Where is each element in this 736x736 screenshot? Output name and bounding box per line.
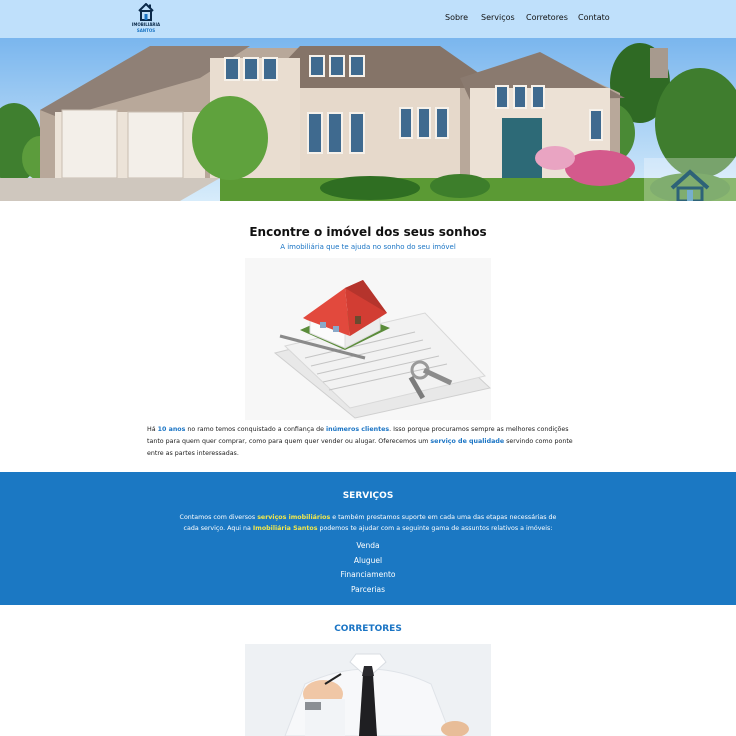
highlight-brand: Imobiliária Santos — [252, 525, 318, 532]
broker-photo — [245, 644, 491, 736]
service-item-parcerias: Parcerias — [350, 584, 386, 594]
highlight-services: serviços imobiliários — [257, 514, 331, 521]
nav-item-contato[interactable]: Contato — [578, 13, 610, 22]
service-item-aluguel: Aluguel — [353, 555, 383, 565]
services-list: Venda Aluguel Financiamento Parcerias — [0, 539, 736, 597]
nav-item-servicos[interactable]: Serviços — [481, 13, 515, 22]
brokers-title: CORRETORES — [334, 624, 402, 634]
services-paragraph: Contamos com diversos serviços imobiliár… — [179, 514, 557, 532]
site-header: IMOBILIÁRIA SANTOS Sobre Serviços Corret… — [0, 0, 736, 38]
nav-item-corretores[interactable]: Corretores — [526, 13, 568, 22]
house-contract-image — [245, 258, 491, 420]
nav-item-sobre[interactable]: Sobre — [445, 13, 468, 22]
intro-paragraph: Há 10 anos no ramo temos conquistado a c… — [147, 426, 573, 457]
house-logo-icon — [138, 3, 154, 21]
service-item-venda: Venda — [356, 541, 380, 550]
hero-house-image — [0, 38, 736, 201]
service-item-financiamento: Financiamento — [340, 570, 396, 579]
highlight-years: 10 anos — [157, 426, 186, 433]
brand-name: IMOBILIÁRIA — [131, 22, 161, 27]
brand-sub: SANTOS — [136, 28, 156, 33]
services-section: SERVIÇOS Contamos com diversos serviços … — [0, 472, 736, 605]
highlight-quality: serviço de qualidade — [430, 438, 505, 445]
brand-logo[interactable]: IMOBILIÁRIA SANTOS — [131, 3, 161, 35]
intro-title: Encontre o imóvel dos seus sonhos — [249, 225, 487, 239]
services-title: SERVIÇOS — [342, 491, 394, 501]
highlight-clients: inúmeros clientes — [325, 426, 390, 433]
intro-subtitle: A imobiliária que te ajuda no sonho do s… — [280, 243, 456, 251]
house-watermark-icon — [644, 158, 736, 201]
